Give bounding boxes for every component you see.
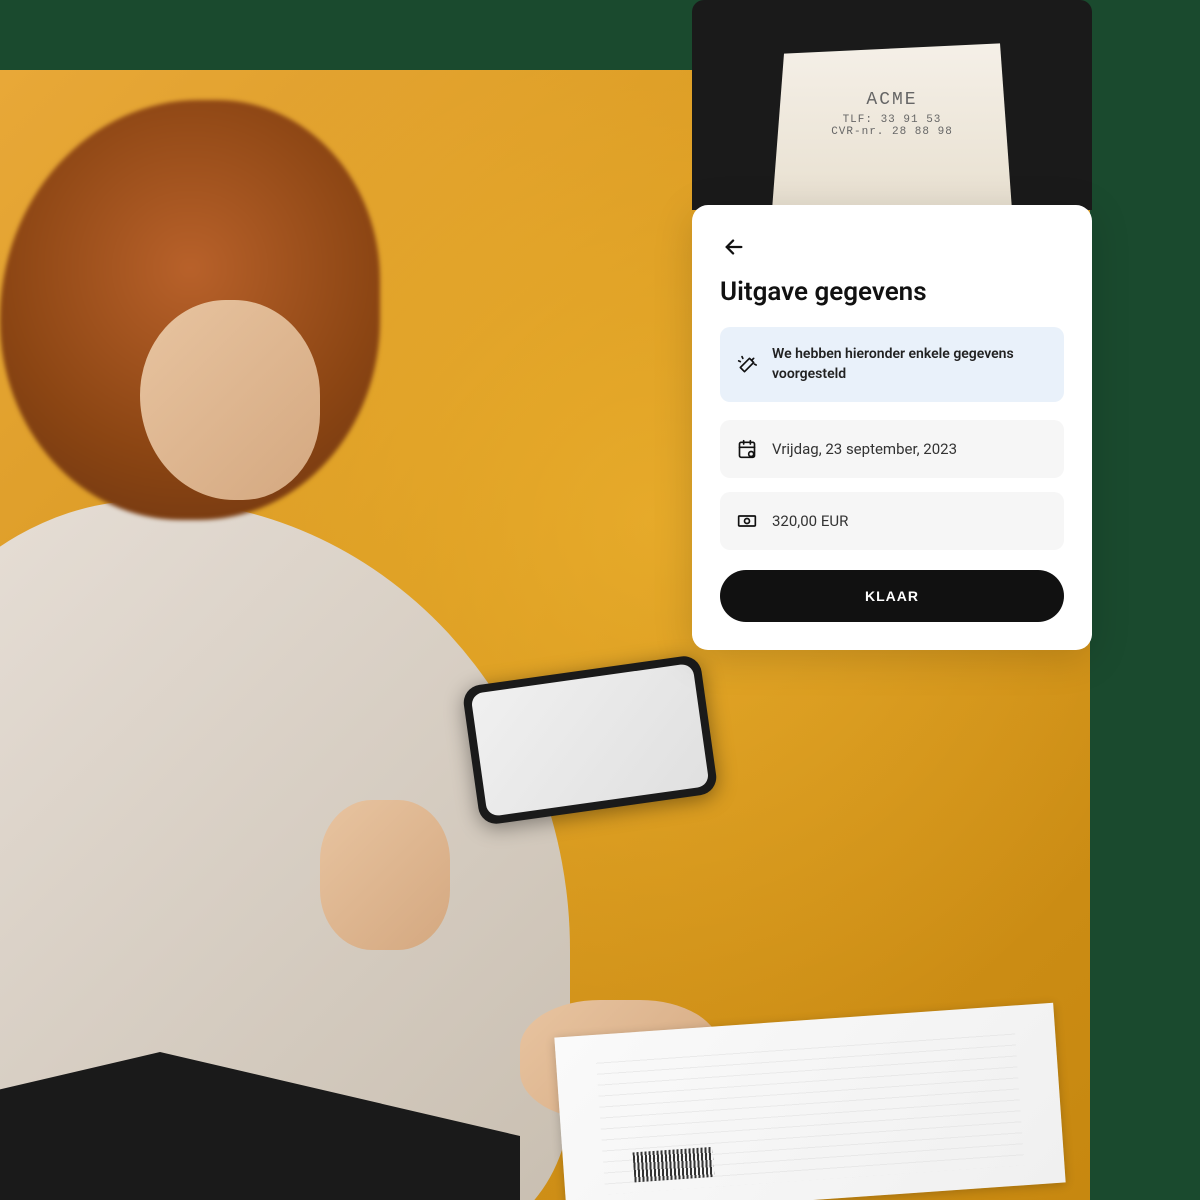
calendar-icon xyxy=(736,438,758,460)
suggestion-info-banner: We hebben hieronder enkele gegevens voor… xyxy=(720,327,1064,402)
card-title: Uitgave gegevens xyxy=(720,277,1064,307)
expense-date-field[interactable]: Vrijdag, 23 september, 2023 xyxy=(720,420,1064,478)
arrow-left-icon xyxy=(723,236,745,258)
scanned-receipt-preview: ACME TLF: 33 91 53 CVR-nr. 28 88 98 xyxy=(692,0,1092,210)
magic-wand-icon xyxy=(736,354,758,376)
money-icon xyxy=(736,510,758,532)
done-button[interactable]: KLAAR xyxy=(720,570,1064,622)
receipt-phone-line: TLF: 33 91 53 xyxy=(843,114,942,126)
receipt-cvr-line: CVR-nr. 28 88 98 xyxy=(831,126,953,138)
person-illustration xyxy=(0,120,620,1200)
expense-amount-field[interactable]: 320,00 EUR xyxy=(720,492,1064,550)
expense-amount-value: 320,00 EUR xyxy=(772,512,848,530)
info-banner-text: We hebben hieronder enkele gegevens voor… xyxy=(772,345,1048,384)
receipt-image: ACME TLF: 33 91 53 CVR-nr. 28 88 98 xyxy=(772,40,1012,210)
receipt-merchant-name: ACME xyxy=(866,90,917,110)
back-button[interactable] xyxy=(720,233,748,261)
expense-details-card: Uitgave gegevens We hebben hieronder enk… xyxy=(692,205,1092,650)
expense-date-value: Vrijdag, 23 september, 2023 xyxy=(772,440,957,458)
paper-receipt-illustration xyxy=(554,1003,1065,1200)
